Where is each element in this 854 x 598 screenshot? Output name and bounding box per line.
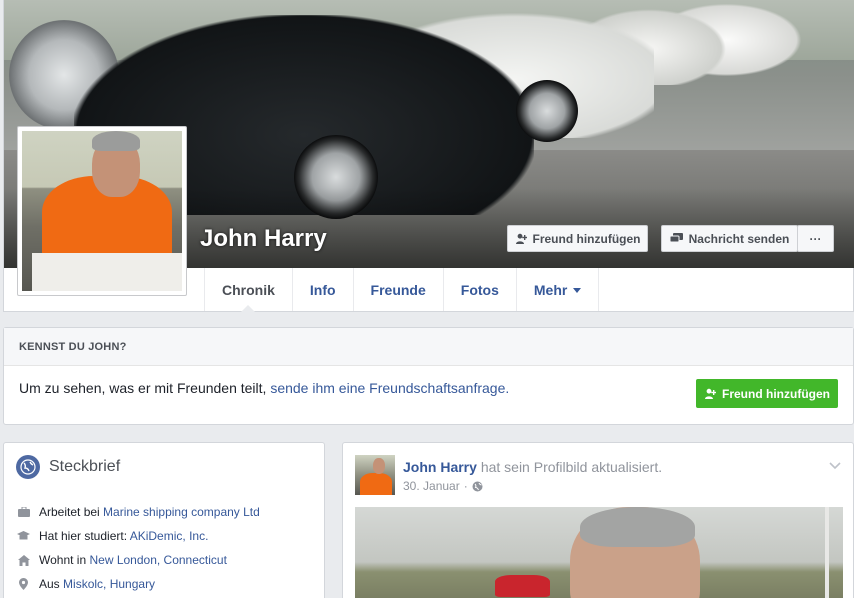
tab-fotos[interactable]: Fotos xyxy=(442,268,516,311)
intro-title: Steckbrief xyxy=(49,458,121,475)
tab-chronik[interactable]: Chronik xyxy=(204,268,292,312)
caret-down-icon xyxy=(573,288,582,293)
intro-card: Steckbrief Arbeitet bei Marine shipping … xyxy=(3,442,325,598)
send-message-button[interactable]: Nachricht senden xyxy=(661,225,798,252)
message-icon xyxy=(669,233,683,243)
post-photo[interactable] xyxy=(355,507,843,598)
know-person-card: KENNST DU JOHN? Um zu sehen, was er mit … xyxy=(3,327,854,425)
intro-item-lives: Wohnt in New London, Connecticut xyxy=(16,548,260,572)
graduation-cap-icon xyxy=(16,531,31,541)
add-friend-icon xyxy=(515,233,527,244)
know-card-text: Um zu sehen, was er mit Freunden teilt, … xyxy=(19,380,510,396)
add-friend-icon xyxy=(705,388,716,399)
post-header: John Harry hat sein Profilbild aktualisi… xyxy=(403,459,663,475)
friend-request-link[interactable]: sende ihm eine Freundschaftsanfrage. xyxy=(270,380,509,396)
more-dots-icon: ··· xyxy=(809,231,822,246)
tab-mehr[interactable]: Mehr xyxy=(515,268,600,311)
work-link[interactable]: Marine shipping company Ltd xyxy=(103,505,260,519)
post-card: John Harry hat sein Profilbild aktualisi… xyxy=(342,442,854,598)
post-date[interactable]: 30. Januar xyxy=(403,479,460,493)
add-friend-green-button[interactable]: Freund hinzufügen xyxy=(696,379,838,408)
hometown-link[interactable]: Miskolc, Hungary xyxy=(63,577,155,591)
tab-info[interactable]: Info xyxy=(291,268,353,311)
post-author-link[interactable]: John Harry xyxy=(403,459,477,475)
profile-picture[interactable] xyxy=(17,126,187,296)
intro-list: Arbeitet bei Marine shipping company Ltd… xyxy=(16,500,260,596)
home-icon xyxy=(16,554,31,566)
briefcase-icon xyxy=(16,507,31,517)
profile-name[interactable]: John Harry xyxy=(200,225,327,253)
intro-item-education: Hat hier studiert: AKiDemic, Inc. xyxy=(16,524,260,548)
more-options-button[interactable]: ··· xyxy=(797,225,834,252)
intro-item-from: Aus Miskolc, Hungary xyxy=(16,572,260,596)
education-link[interactable]: AKiDemic, Inc. xyxy=(130,529,209,543)
location-pin-icon xyxy=(16,578,31,590)
post-meta: 30. Januar · xyxy=(403,479,483,493)
globe-privacy-icon[interactable] xyxy=(472,481,483,492)
tab-freunde[interactable]: Freunde xyxy=(352,268,443,311)
globe-icon xyxy=(16,455,40,479)
know-card-title: KENNST DU JOHN? xyxy=(4,328,853,366)
post-avatar[interactable] xyxy=(355,455,395,495)
intro-item-work: Arbeitet bei Marine shipping company Ltd xyxy=(16,500,260,524)
current-city-link[interactable]: New London, Connecticut xyxy=(89,553,226,567)
chevron-down-icon[interactable] xyxy=(829,457,841,475)
add-friend-button[interactable]: Freund hinzufügen xyxy=(507,225,648,252)
profile-tabs: Chronik Info Freunde Fotos Mehr xyxy=(204,268,600,312)
